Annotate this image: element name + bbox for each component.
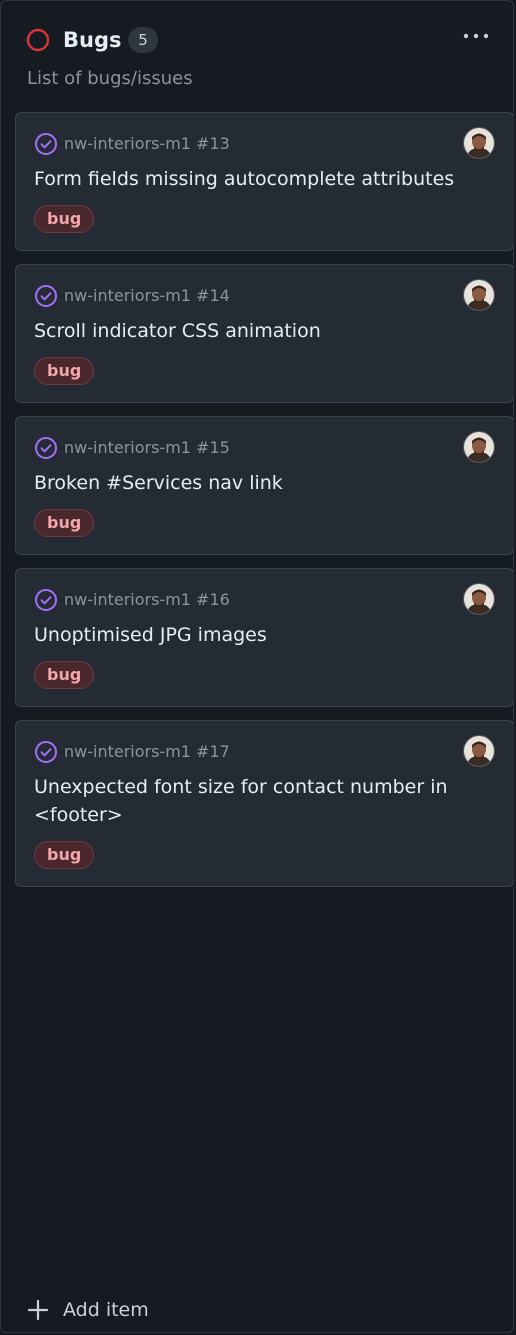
closed-issue-icon	[35, 133, 57, 155]
repo-issue-ref[interactable]: nw-interiors-m1 #14	[64, 283, 230, 309]
avatar-image	[464, 584, 494, 614]
status-circle-icon	[26, 28, 50, 52]
card-title[interactable]: Unoptimised JPG images	[34, 621, 495, 649]
card-title[interactable]: Unexpected font size for contact number …	[34, 773, 495, 829]
closed-issue-icon	[35, 741, 57, 763]
avatar-image	[464, 432, 494, 462]
avatar-image	[464, 736, 494, 766]
closed-issue-icon	[35, 589, 57, 611]
repo-issue-ref[interactable]: nw-interiors-m1 #17	[64, 739, 230, 765]
bug-label[interactable]: bug	[34, 357, 95, 385]
assignee-avatar[interactable]	[463, 127, 495, 159]
plus-icon	[27, 1299, 49, 1321]
column-header: Bugs 5 List of bugs/issues	[1, 1, 513, 105]
card-meta: nw-interiors-m1 #16	[34, 587, 495, 613]
card-title[interactable]: Broken #Services nav link	[34, 469, 495, 497]
bug-label[interactable]: bug	[34, 205, 95, 233]
issue-card[interactable]: nw-interiors-m1 #14 Scroll indicator CSS…	[15, 264, 513, 403]
avatar-image	[464, 128, 494, 158]
item-count-badge: 5	[128, 27, 158, 53]
card-title[interactable]: Scroll indicator CSS animation	[34, 317, 495, 345]
card-meta: nw-interiors-m1 #14	[34, 283, 495, 309]
bug-label[interactable]: bug	[34, 509, 95, 537]
repo-issue-ref[interactable]: nw-interiors-m1 #13	[64, 131, 230, 157]
issue-card[interactable]: nw-interiors-m1 #15 Broken #Services nav…	[15, 416, 513, 555]
card-meta: nw-interiors-m1 #15	[34, 435, 495, 461]
card-title[interactable]: Form fields missing autocomplete attribu…	[34, 165, 495, 193]
issue-card[interactable]: nw-interiors-m1 #17 Unexpected font size…	[15, 720, 513, 887]
add-item-button[interactable]: Add item	[27, 1293, 149, 1327]
closed-issue-icon	[35, 437, 57, 459]
assignee-avatar[interactable]	[463, 279, 495, 311]
board-column: Bugs 5 List of bugs/issues nw-interiors-…	[0, 0, 514, 1333]
assignee-avatar[interactable]	[463, 583, 495, 615]
assignee-avatar[interactable]	[463, 431, 495, 463]
issue-card[interactable]: nw-interiors-m1 #16 Unoptimised JPG imag…	[15, 568, 513, 707]
column-title: Bugs	[63, 28, 122, 52]
card-list: nw-interiors-m1 #13 Form fields missing …	[15, 112, 513, 900]
repo-issue-ref[interactable]: nw-interiors-m1 #15	[64, 435, 230, 461]
issue-card[interactable]: nw-interiors-m1 #13 Form fields missing …	[15, 112, 513, 251]
repo-issue-ref[interactable]: nw-interiors-m1 #16	[64, 587, 230, 613]
kebab-horizontal-icon	[463, 33, 489, 39]
bug-label[interactable]: bug	[34, 841, 95, 869]
card-meta: nw-interiors-m1 #13	[34, 131, 495, 157]
card-meta: nw-interiors-m1 #17	[34, 739, 495, 765]
closed-issue-icon	[35, 285, 57, 307]
bug-label[interactable]: bug	[34, 661, 95, 689]
assignee-avatar[interactable]	[463, 735, 495, 767]
column-menu-button[interactable]	[457, 23, 495, 49]
column-description: List of bugs/issues	[27, 68, 193, 89]
avatar-image	[464, 280, 494, 310]
add-item-label: Add item	[63, 1299, 149, 1321]
